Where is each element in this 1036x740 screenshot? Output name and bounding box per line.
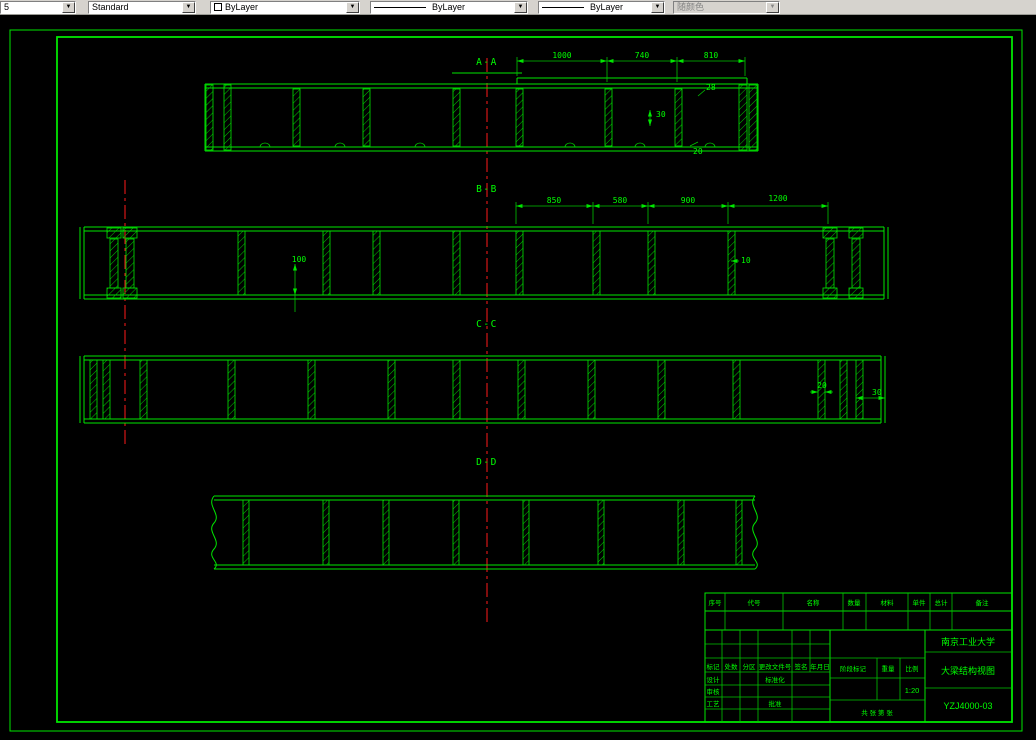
dim-c-20: 20 [817,381,827,390]
drawing: A-A 1000 740 810 30 28 20 B-B 850 580 90… [9,29,1023,732]
dims-a: 1000 740 810 30 28 20 [516,51,746,156]
field-design: 设计 [707,675,721,684]
lineweight-combo[interactable]: ByLayer ▼ [538,0,665,14]
bom-qty: 数量 [848,598,862,607]
section-c-view: C-C 20 30 [79,319,886,424]
field-count: 处数 [725,662,739,671]
centerlines [124,58,488,622]
dim-b-900: 900 [681,196,696,205]
drawing-title: 大梁结构视图 [941,665,995,676]
color-combo[interactable]: ByLayer ▼ [210,0,360,14]
lineweight-sample-icon [542,6,584,8]
dim-style-combo[interactable]: 5 ▼ [0,0,76,14]
section-b-view: B-B 850 580 900 1200 100 10 [79,184,889,312]
chevron-down-icon[interactable]: ▼ [62,1,75,13]
field-date: 年月日 [810,662,830,671]
dim-c-30: 30 [872,388,882,397]
text-style-value: Standard [92,1,129,12]
field-sheets: 共 张 第 张 [861,708,893,717]
section-a-label: A-A [476,57,498,68]
field-process: 工艺 [707,700,721,708]
drawing-number: YZJ4000-03 [943,701,992,711]
bom-total: 总计 [935,598,949,607]
dim-b-100: 100 [292,255,307,264]
bom-note: 备注 [976,598,990,607]
field-review: 审核 [707,687,721,696]
linetype-combo[interactable]: ByLayer ▼ [370,0,528,14]
text-style-combo[interactable]: Standard ▼ [88,0,196,14]
chevron-down-icon: ▼ [766,1,779,13]
field-mark: 标记 [707,662,721,671]
model-space-canvas[interactable]: A-A 1000 740 810 30 28 20 B-B 850 580 90… [0,15,1036,740]
color-value: ByLayer [225,1,259,12]
bom-name: 名称 [807,598,821,607]
lineweight-value: ByLayer [590,1,624,12]
dim-b-850: 850 [547,196,562,205]
section-c-label: C-C [476,319,498,330]
chevron-down-icon[interactable]: ▼ [346,1,359,13]
end-left-b [106,227,138,299]
dim-a-28: 28 [706,83,716,92]
section-d-view: D-D [211,457,758,570]
dim-b-10: 10 [741,256,751,265]
bom-no: 序号 [709,598,723,607]
field-stage-mark: 阶段标记 [840,664,867,673]
scale-value: 1:20 [905,686,920,695]
bom-single: 单件 [913,598,927,607]
break-line-left [211,495,217,570]
linetype-value: ByLayer [432,1,466,12]
section-a-view: A-A 1000 740 810 30 28 20 [204,51,759,156]
dim-a-810: 810 [704,51,719,60]
chevron-down-icon[interactable]: ▼ [182,1,195,13]
properties-toolbar: 5 ▼ Standard ▼ ByLayer ▼ ByLayer ▼ ByLay… [0,0,1036,15]
dim-a-20: 20 [693,147,703,156]
field-scale-label: 比例 [906,664,919,673]
ribs-d [242,499,743,566]
dim-a-1000: 1000 [552,51,571,60]
chevron-down-icon[interactable]: ▼ [651,1,664,13]
field-change-doc: 更改文件号 [759,662,792,671]
university-name: 南京工业大学 [941,636,995,647]
dim-style-value: 5 [4,1,10,12]
field-approve: 批准 [769,699,783,708]
field-standardize: 标准化 [765,675,785,684]
end-right-b [822,227,864,299]
ribs-c [227,359,741,420]
linetype-sample-icon [374,6,426,8]
field-weight: 重量 [882,665,896,673]
bom-material: 材料 [881,598,895,607]
end-left-c [89,359,148,420]
plot-style-combo: 随颜色 ▼ [673,0,780,14]
dim-a-740: 740 [635,51,650,60]
section-b-label: B-B [476,184,498,195]
dim-b-580: 580 [613,196,628,205]
dim-a-30: 30 [656,110,666,119]
break-line-right [752,495,758,570]
section-d-label: D-D [476,457,498,468]
title-block: 序号 代号 名称 数量 材料 单件 总计 备注 标记 处数 分区 更改文件号 签… [704,592,1013,723]
bom-code: 代号 [748,598,762,607]
plot-style-value: 随颜色 [677,1,705,12]
field-sign: 签名 [795,662,808,671]
color-swatch-icon [214,3,222,11]
dims-b: 850 580 900 1200 100 10 [292,194,829,312]
chevron-down-icon[interactable]: ▼ [514,1,527,13]
field-zone: 分区 [743,662,757,671]
dim-b-1200: 1200 [768,194,787,203]
cad-application-window: { "toolbar": { "dim_style": "5", "text_s… [0,0,1036,740]
